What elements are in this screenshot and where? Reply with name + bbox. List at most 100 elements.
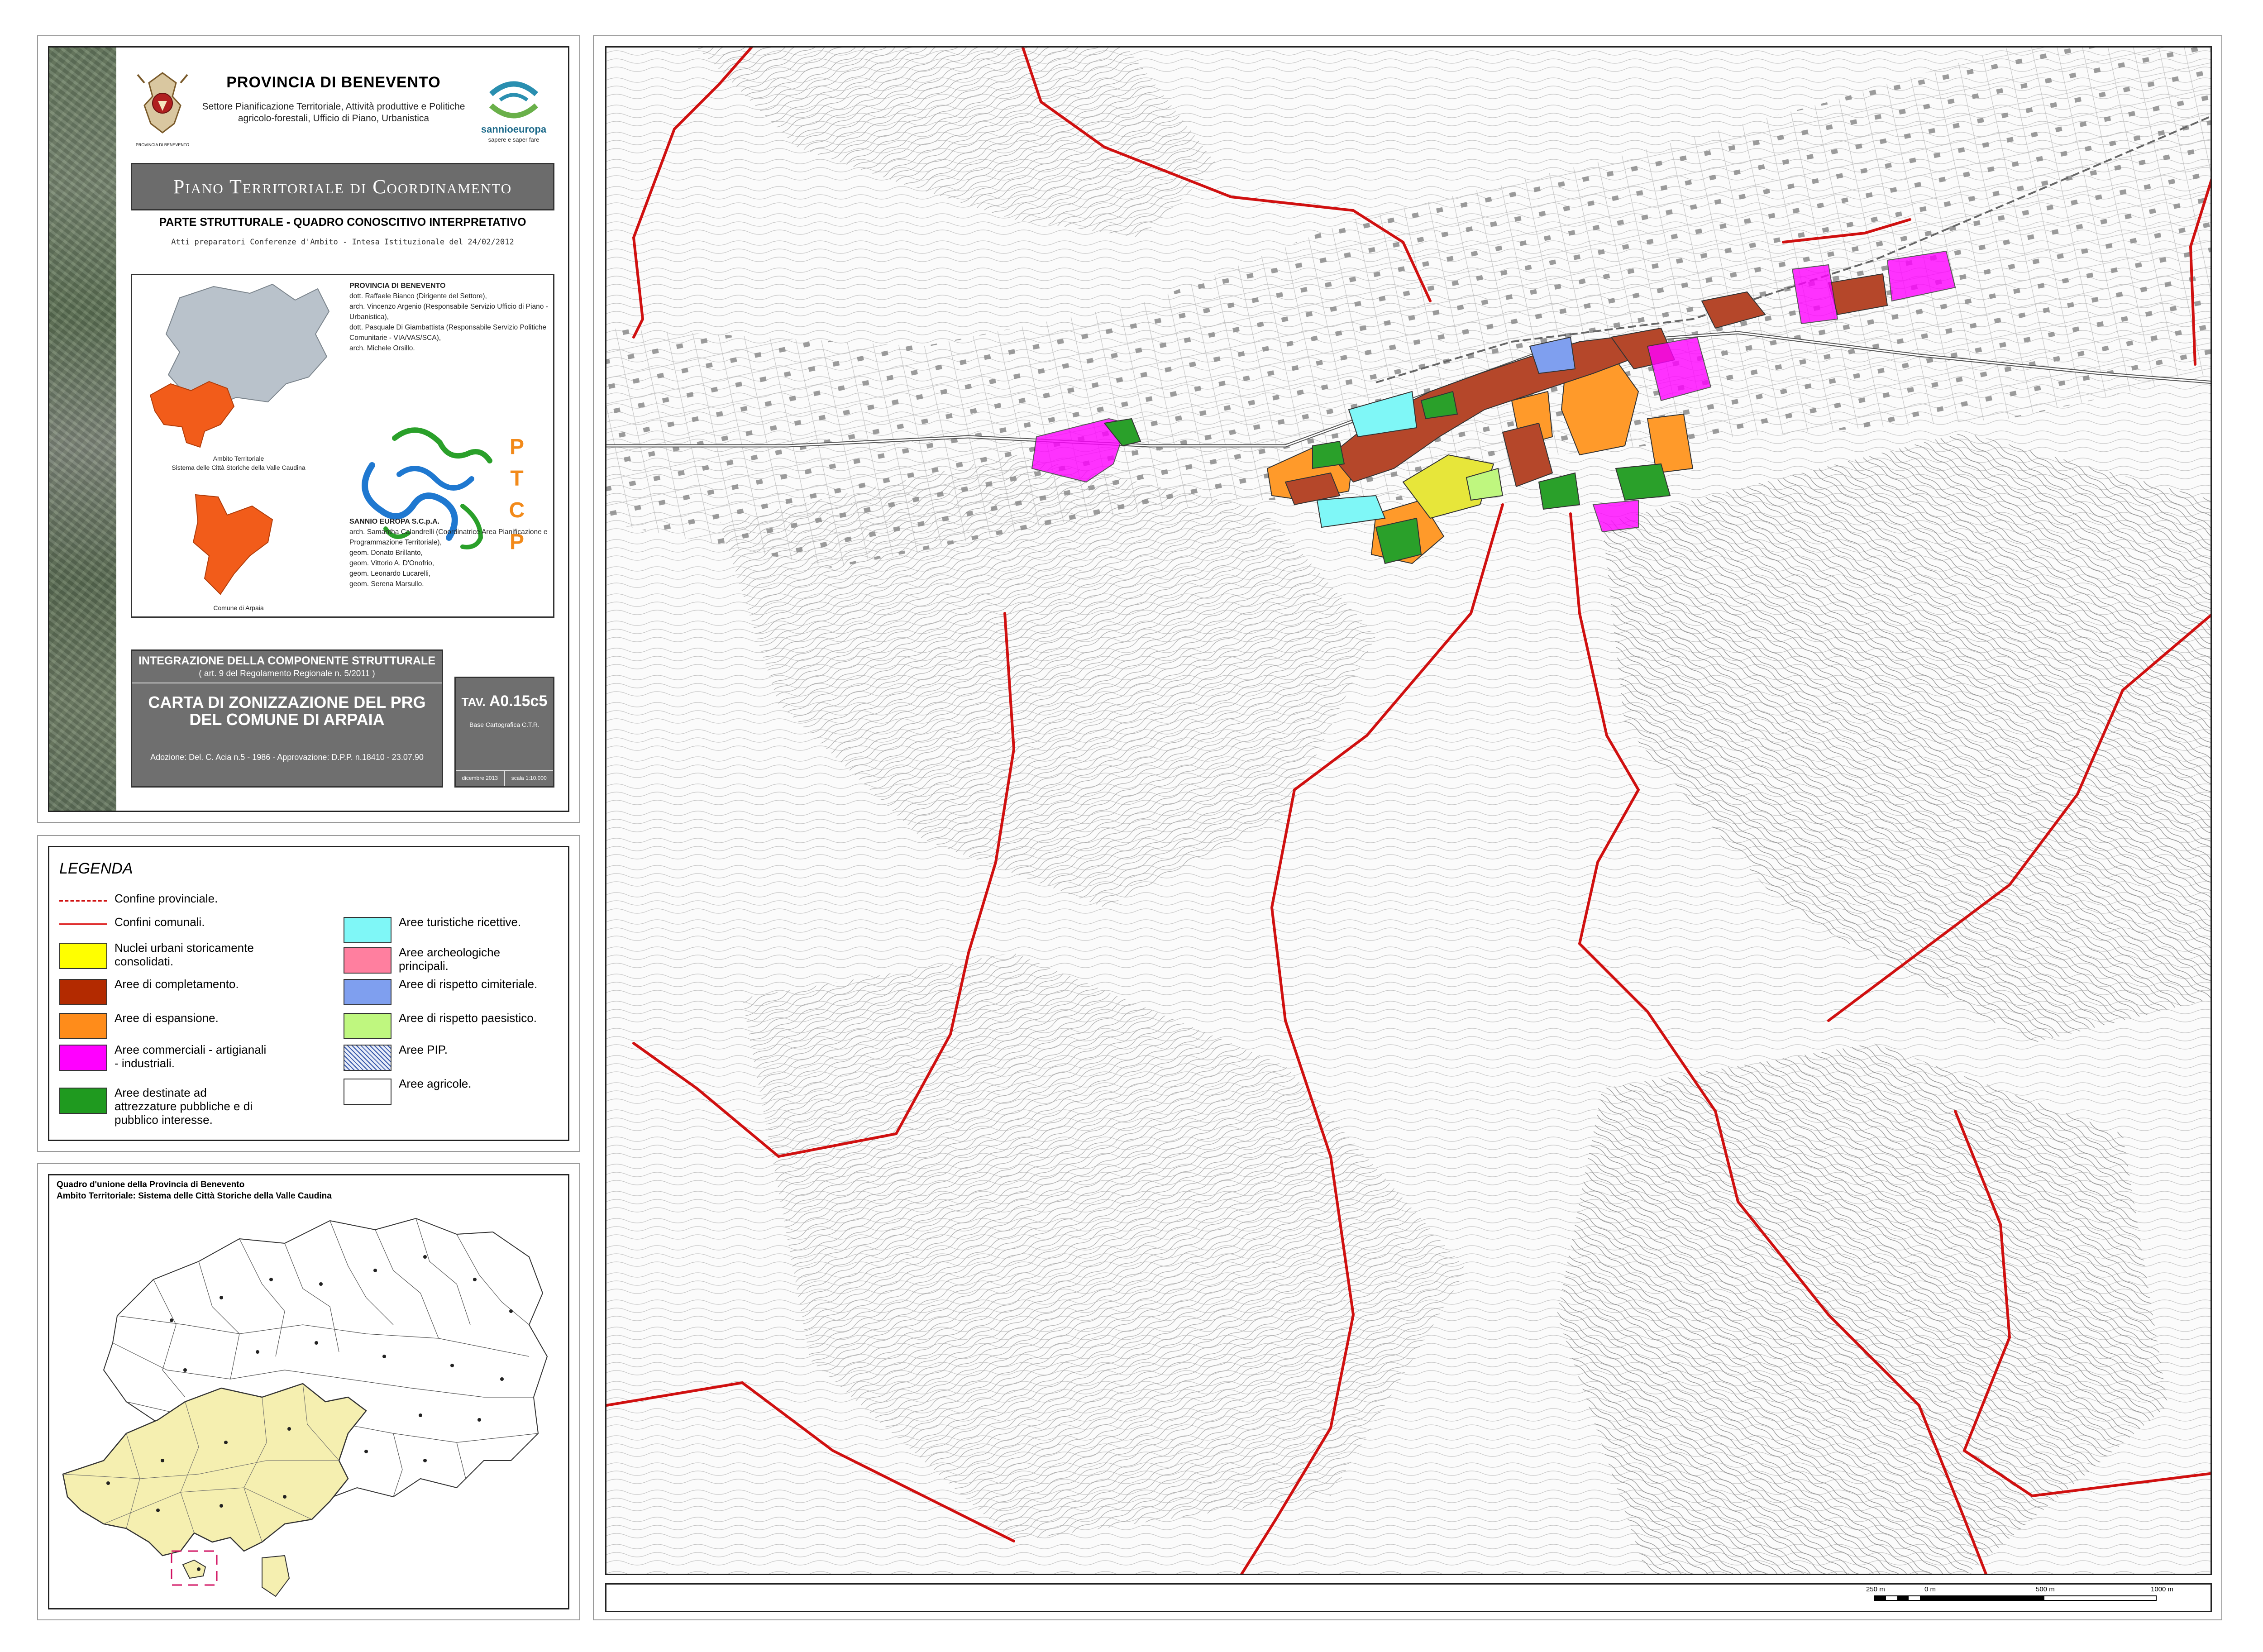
tav-box: TAV. A0.15c5 Base Cartografica C.T.R. di… bbox=[454, 677, 554, 788]
zoning-map bbox=[605, 46, 2212, 1575]
title-panel-border: PROVINCIA DI BENEVENTO PROVINCIA DI BENE… bbox=[48, 46, 569, 812]
scale-label: 250 m bbox=[1866, 1585, 1885, 1593]
credits-person: dott. Pasquale Di Giambattista (Responsa… bbox=[349, 324, 547, 342]
acts-line: Atti preparatori Conferenze d'Ambito - I… bbox=[171, 238, 514, 247]
tav-base: Base Cartografica C.T.R. bbox=[469, 721, 539, 728]
credits-person: geom. Serena Marsullo. bbox=[349, 580, 424, 588]
title-panel: PROVINCIA DI BENEVENTO PROVINCIA DI BENE… bbox=[37, 35, 580, 823]
credits-org1: PROVINCIA DI BENEVENTO bbox=[349, 282, 446, 290]
legend-panel: LEGENDA Confine provinciale. Confini comu… bbox=[37, 835, 580, 1152]
legend-swatch bbox=[59, 979, 107, 1005]
legend-swatch bbox=[59, 943, 107, 969]
ambito-yellow-shape bbox=[62, 1383, 367, 1557]
map-title: CARTA DI ZONIZZAZIONE DEL PRG DEL COMUNE… bbox=[148, 693, 426, 729]
zone-public-5 bbox=[1312, 440, 1345, 469]
legend-line-symbol bbox=[59, 923, 107, 925]
scale-label: 0 m bbox=[1924, 1585, 1936, 1593]
province-crest-icon: PROVINCIA DI BENEVENTO bbox=[136, 72, 189, 147]
quadro-panel: Quadro d'unione della Provincia di Benev… bbox=[37, 1163, 580, 1620]
legend-label: Aree di rispetto paesistico. bbox=[399, 1011, 537, 1025]
credits-person: arch. Vincenzo Argenio (Responsabile Ser… bbox=[349, 303, 548, 321]
quadro-map bbox=[62, 1218, 548, 1597]
ambito-caption-l2: Sistema delle Città Storiche della Valle… bbox=[172, 464, 306, 471]
quadro-subtitle-line: Ambito Territoriale: Sistema delle Città… bbox=[57, 1191, 332, 1201]
credits-list: PROVINCIA DI BENEVENTO dott. Raffaele Bi… bbox=[349, 281, 549, 589]
legend-label: Nuclei urbani storicamente consolidati. bbox=[115, 941, 254, 968]
legend-swatch bbox=[59, 1013, 107, 1039]
credits-box: Ambito Territoriale Sistema delle Città … bbox=[131, 274, 554, 618]
part-title: PARTE STRUTTURALE - QUADRO CONOSCITIVO I… bbox=[159, 216, 526, 229]
map-panel: 250 m 0 m 500 m 1000 m bbox=[593, 35, 2222, 1620]
tav-footer: dicembre 2013 scala 1:10.000 bbox=[456, 770, 553, 786]
zoning-map-svg bbox=[606, 48, 2210, 1574]
province-header: PROVINCIA DI BENEVENTO PROVINCIA DI BENE… bbox=[131, 56, 554, 155]
province-title: PROVINCIA DI BENEVENTO bbox=[226, 74, 441, 91]
legend-swatch bbox=[344, 917, 391, 943]
legend-swatch bbox=[59, 1045, 107, 1071]
tav-date: dicembre 2013 bbox=[456, 771, 505, 786]
comune-arpaia-shape bbox=[182, 1559, 206, 1579]
legend-label: Aree commerciali - artigianali - industr… bbox=[115, 1043, 267, 1070]
quadro-title-line: Quadro d'unione della Provincia di Benev… bbox=[57, 1180, 245, 1189]
svg-text:sapere e saper fare: sapere e saper fare bbox=[488, 136, 539, 143]
quadro-title: Quadro d'unione della Provincia di Benev… bbox=[57, 1179, 332, 1202]
legend-item: Aree agricole. bbox=[344, 1076, 588, 1106]
legend-item: Nuclei urbani storicamente consolidati. bbox=[59, 940, 304, 970]
legend-label: Confini comunali. bbox=[115, 915, 205, 929]
legend-item: Aree di rispetto paesistico. bbox=[344, 1010, 588, 1040]
integration-box: INTEGRAZIONE DELLA COMPONENTE STRUTTURAL… bbox=[131, 649, 443, 788]
scale-bar-segment bbox=[1930, 1595, 2043, 1601]
scale-label: 500 m bbox=[2036, 1585, 2055, 1593]
integration-line2: ( art. 9 del Regolamento Regionale n. 5/… bbox=[199, 669, 375, 678]
credits-person: dott. Raffaele Bianco (Dirigente del Set… bbox=[349, 292, 487, 300]
ambito-shape bbox=[149, 381, 235, 448]
aerial-photo-strip bbox=[49, 48, 116, 811]
ambito-caption-l1: Ambito Territoriale bbox=[213, 455, 264, 462]
legend-item: Aree archeologiche principali. bbox=[344, 945, 588, 974]
sector-description: Settore Pianificazione Territoriale, Att… bbox=[202, 101, 465, 124]
zone-public-4 bbox=[1615, 463, 1671, 501]
ptcp-title-band: Piano Territoriale di Coordinamento Prov… bbox=[131, 163, 554, 243]
legend-line-symbol bbox=[59, 900, 107, 902]
legend-label: Aree di espansione. bbox=[115, 1011, 219, 1025]
legend-border: LEGENDA Confine provinciale. Confini comu… bbox=[48, 846, 569, 1141]
tav-scale: scala 1:10.000 bbox=[511, 775, 547, 781]
legend-item: Aree destinate ad attrezzature pubbliche… bbox=[59, 1085, 304, 1127]
legend-label: Aree turistiche ricettive. bbox=[399, 915, 521, 929]
quadro-border: Quadro d'unione della Provincia di Benev… bbox=[48, 1174, 569, 1609]
legend-item: Aree di rispetto cimiteriale. bbox=[344, 976, 588, 1006]
legend-swatch bbox=[59, 1088, 107, 1114]
scale-label: 1000 m bbox=[2151, 1585, 2174, 1593]
legend-item: Aree di completamento. bbox=[59, 976, 304, 1006]
legend-item: Aree PIP. bbox=[344, 1042, 588, 1072]
legend-swatch bbox=[344, 1045, 391, 1071]
legend-swatch bbox=[344, 979, 391, 1005]
scale-bar-strip: 250 m 0 m 500 m 1000 m bbox=[605, 1583, 2212, 1612]
comune-caption: Comune di Arpaia bbox=[213, 604, 264, 611]
scale-bar-segment bbox=[2043, 1595, 2157, 1601]
credits-person: arch. Samantha Calandrelli (Coordinatric… bbox=[349, 528, 548, 546]
credits-org2: SANNIO EUROPA S.C.p.A. bbox=[349, 518, 440, 525]
credits-person: geom. Vittorio A. D'Onofrio, bbox=[349, 559, 434, 567]
legend-label: Confine provinciale. bbox=[115, 892, 218, 905]
legend-label: Aree archeologiche principali. bbox=[399, 945, 501, 973]
legend-label: Aree di completamento. bbox=[115, 977, 239, 991]
legend-label: Aree agricole. bbox=[399, 1077, 472, 1090]
credits-person: geom. Leonardo Lucarelli, bbox=[349, 570, 431, 578]
svg-text:PROVINCIA DI BENEVENTO: PROVINCIA DI BENEVENTO bbox=[136, 143, 189, 147]
comune-shape bbox=[192, 494, 273, 595]
tav-code: TAV. A0.15c5 bbox=[461, 692, 548, 710]
sannio-europa-logo-icon: sannioeuropa sapere e saper fare bbox=[481, 81, 547, 143]
legend-item: Aree turistiche ricettive. bbox=[344, 914, 588, 944]
credits-person: geom. Donato Brillanto, bbox=[349, 549, 423, 557]
svg-text:sannioeuropa: sannioeuropa bbox=[481, 124, 547, 135]
approval-line: Adozione: Del. C. Acia n.5 - 1986 - Appr… bbox=[150, 753, 424, 762]
legend-swatch bbox=[344, 947, 391, 974]
locator-maps: Ambito Territoriale Sistema delle Città … bbox=[149, 283, 330, 611]
legend-swatch bbox=[344, 1079, 391, 1105]
credits-person: arch. Michele Orsillo. bbox=[349, 344, 415, 352]
legend-label: Aree di rispetto cimiteriale. bbox=[399, 977, 538, 991]
legend-title: LEGENDA bbox=[59, 860, 133, 877]
legend-swatch bbox=[344, 1013, 391, 1039]
legend-label: Aree destinate ad attrezzature pubbliche… bbox=[115, 1086, 253, 1127]
